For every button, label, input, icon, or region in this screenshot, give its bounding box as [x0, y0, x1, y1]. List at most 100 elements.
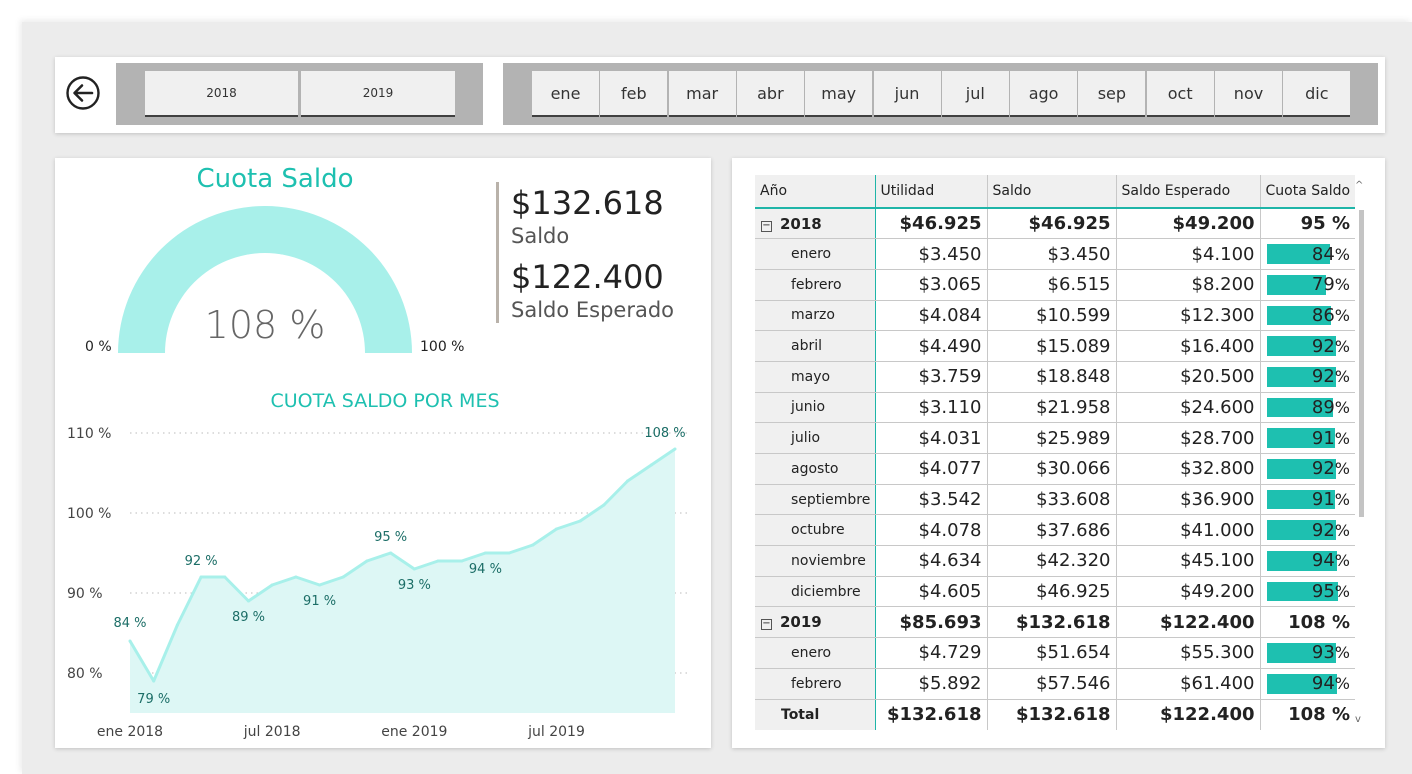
esperado-cell: $32.800	[1115, 453, 1260, 485]
cuota-percent-sign: %	[1334, 551, 1350, 571]
collapse-icon[interactable]: −	[761, 619, 772, 631]
month-chip-ago[interactable]: ago	[1010, 71, 1078, 117]
scrollbar-thumb[interactable]	[1359, 210, 1364, 517]
cuota-percent-sign: %	[1334, 428, 1350, 448]
year-row[interactable]: −2018 $46.925 $46.925 $49.200 95 %	[755, 208, 1355, 240]
cuota-percent-sign: %	[1334, 520, 1350, 540]
year-chip-2018[interactable]: 2018	[145, 71, 298, 117]
row-label: junio	[755, 392, 875, 424]
data-point	[602, 503, 606, 507]
header-saldo-esperado[interactable]: Saldo Esperado	[1115, 175, 1260, 209]
utilidad-cell: $4.078	[874, 514, 987, 547]
cuota-value: 92	[1311, 519, 1335, 541]
data-point	[246, 599, 250, 603]
matrix-table: Año Utilidad Saldo Saldo Esperado Cuota …	[755, 175, 1355, 730]
data-point	[649, 463, 653, 467]
kpi-esperado-label: Saldo Esperado	[511, 298, 675, 322]
month-row[interactable]: marzo $4.084 $10.599 $12.300 86%	[755, 300, 1355, 332]
month-row[interactable]: agosto $4.077 $30.066 $32.800 92%	[755, 453, 1355, 485]
month-row[interactable]: junio $3.110 $21.958 $24.600 89%	[755, 392, 1355, 424]
month-chip-oct[interactable]: oct	[1146, 71, 1214, 117]
row-label: febrero	[755, 269, 875, 301]
collapse-icon[interactable]: −	[761, 220, 772, 232]
cuota-percent-sign: %	[1334, 490, 1350, 510]
row-label: mayo	[755, 361, 875, 393]
left-panel: Cuota Saldo 108 % 0 % 100 % $132.618 Sal…	[55, 158, 711, 748]
utilidad-cell: $4.729	[874, 637, 987, 669]
saldo-cell: $25.989	[986, 422, 1116, 454]
cuota-cell: 92%	[1259, 514, 1355, 547]
month-chip-may[interactable]: may	[805, 71, 873, 117]
year-chip-2019[interactable]: 2019	[301, 71, 455, 117]
cuota-percent-sign: %	[1334, 275, 1350, 295]
saldo-cell: $51.654	[986, 637, 1116, 669]
cuota-cell: 89%	[1259, 392, 1355, 424]
cuota-value: 91	[1311, 489, 1335, 511]
saldo-cell: $57.546	[986, 668, 1116, 700]
gauge-value: 108 %	[204, 303, 326, 347]
saldo-cell: $37.686	[986, 514, 1116, 547]
month-chip-ene[interactable]: ene	[532, 71, 599, 117]
cuota-percent-sign: %	[1334, 674, 1350, 694]
cuota-value: 92	[1311, 366, 1335, 388]
month-row[interactable]: febrero $3.065 $6.515 $8.200 79%	[755, 269, 1355, 301]
esperado-cell: $24.600	[1115, 392, 1260, 424]
month-row[interactable]: diciembre $4.605 $46.925 $49.200 95%	[755, 576, 1355, 608]
month-chip-nov[interactable]: nov	[1215, 71, 1282, 117]
data-point	[626, 479, 630, 483]
month-chip-dic[interactable]: dic	[1283, 71, 1351, 117]
header-cuota-saldo[interactable]: Cuota Saldo	[1259, 175, 1355, 209]
row-label: marzo	[755, 300, 875, 332]
data-point	[152, 679, 156, 683]
month-chip-abr[interactable]: abr	[736, 71, 804, 117]
scroll-down-icon[interactable]: v	[1355, 714, 1361, 725]
esperado-cell: $61.400	[1115, 668, 1260, 700]
data-point	[294, 575, 298, 579]
month-row[interactable]: abril $4.490 $15.089 $16.400 92%	[755, 330, 1355, 362]
month-row[interactable]: noviembre $4.634 $42.320 $45.100 94%	[755, 545, 1355, 577]
cuota-percent-sign: %	[1334, 336, 1350, 356]
cuota-value: 92	[1311, 335, 1335, 357]
month-chip-mar[interactable]: mar	[668, 71, 736, 117]
utilidad-cell: $4.084	[874, 300, 987, 332]
month-chip-sep[interactable]: sep	[1078, 71, 1146, 117]
data-point	[673, 447, 677, 451]
cuota-value: 86	[1311, 304, 1335, 326]
gauge-max-label: 100 %	[420, 339, 465, 355]
utilidad-cell: $85.693	[874, 606, 987, 639]
back-button[interactable]	[65, 75, 101, 111]
data-label: 84 %	[113, 616, 146, 631]
month-row[interactable]: septiembre $3.542 $33.608 $36.900 91%	[755, 484, 1355, 516]
month-chip-feb[interactable]: feb	[600, 71, 668, 117]
cuota-value: 94	[1311, 550, 1335, 572]
cuota-value: 91	[1311, 427, 1335, 449]
utilidad-cell: $4.031	[874, 422, 987, 454]
month-chip-jul[interactable]: jul	[941, 71, 1009, 117]
month-row[interactable]: julio $4.031 $25.989 $28.700 91%	[755, 422, 1355, 454]
data-label: 93 %	[398, 578, 431, 593]
header-anio[interactable]: Año	[755, 175, 875, 209]
month-row[interactable]: enero $4.729 $51.654 $55.300 93%	[755, 637, 1355, 669]
data-point	[175, 623, 179, 627]
header-utilidad[interactable]: Utilidad	[874, 175, 987, 209]
header-saldo[interactable]: Saldo	[986, 175, 1116, 209]
cuota-cell: 91%	[1259, 484, 1355, 516]
scroll-up-icon[interactable]: ^	[1355, 180, 1363, 191]
data-point	[223, 575, 227, 579]
utilidad-cell: $4.077	[874, 453, 987, 485]
esperado-cell: $8.200	[1115, 269, 1260, 301]
data-point	[436, 559, 440, 563]
row-label: diciembre	[755, 576, 875, 608]
month-row[interactable]: febrero $5.892 $57.546 $61.400 94%	[755, 668, 1355, 700]
gauge-min-label: 0 %	[85, 339, 112, 355]
month-row[interactable]: octubre $4.078 $37.686 $41.000 92%	[755, 514, 1355, 547]
saldo-cell: $46.925	[986, 208, 1116, 240]
year-row[interactable]: −2019 $85.693 $132.618 $122.400 108 %	[755, 606, 1355, 639]
month-row[interactable]: enero $3.450 $3.450 $4.100 84%	[755, 238, 1355, 270]
cuota-value: 79	[1311, 274, 1335, 296]
month-chip-jun[interactable]: jun	[873, 71, 941, 117]
month-row[interactable]: mayo $3.759 $18.848 $20.500 92%	[755, 361, 1355, 393]
saldo-cell: $46.925	[986, 576, 1116, 608]
data-label: 89 %	[232, 610, 265, 625]
data-point	[460, 559, 464, 563]
